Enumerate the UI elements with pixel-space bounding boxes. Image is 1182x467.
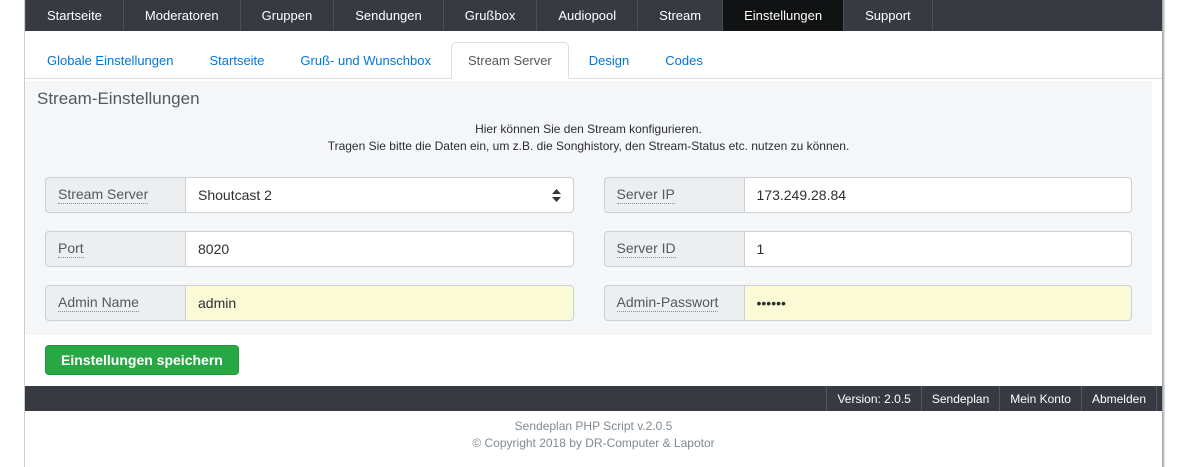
field-server-id: Server ID <box>604 231 1133 267</box>
nav-item-startseite[interactable]: Startseite <box>25 0 124 31</box>
version-label: Version: 2.0.5 <box>826 386 920 411</box>
help-text: Hier können Sie den Stream konfigurieren… <box>35 121 1142 155</box>
admin-name-input[interactable] <box>185 285 574 321</box>
tab-codes[interactable]: Codes <box>649 43 719 78</box>
tab-startseite[interactable]: Startseite <box>193 43 280 78</box>
field-server-ip: Server IP <box>604 177 1133 213</box>
tab-globale-einstellungen[interactable]: Globale Einstellungen <box>31 43 189 78</box>
stream-server-label: Stream Server <box>58 186 148 204</box>
stream-settings-form: Stream Server Shoutcast 2 Server IP <box>45 177 1132 321</box>
tab-design[interactable]: Design <box>573 43 645 78</box>
port-label: Port <box>58 240 84 258</box>
nav-item-gruppen[interactable]: Gruppen <box>241 0 335 31</box>
server-ip-input[interactable] <box>744 177 1133 213</box>
nav-item-support[interactable]: Support <box>844 0 933 31</box>
nav-item-grussbox[interactable]: Grußbox <box>444 0 538 31</box>
statusbar-link-mein-konto[interactable]: Mein Konto <box>999 386 1081 411</box>
nav-item-audiopool[interactable]: Audiopool <box>537 0 638 31</box>
admin-password-label: Admin-Passwort <box>617 294 719 312</box>
admin-name-addon: Admin Name <box>45 285 185 321</box>
nav-item-stream[interactable]: Stream <box>638 0 723 31</box>
nav-item-sendungen[interactable]: Sendungen <box>334 0 444 31</box>
server-ip-addon: Server IP <box>604 177 744 213</box>
admin-password-addon: Admin-Passwort <box>604 285 744 321</box>
field-admin-password: Admin-Passwort <box>604 285 1133 321</box>
bottom-statusbar: Version: 2.0.5 Sendeplan Mein Konto Abme… <box>25 386 1162 411</box>
statusbar-link-abmelden[interactable]: Abmelden <box>1081 386 1157 411</box>
field-admin-name: Admin Name <box>45 285 574 321</box>
field-stream-server: Stream Server Shoutcast 2 <box>45 177 574 213</box>
server-ip-label: Server IP <box>617 186 675 204</box>
tab-stream-server[interactable]: Stream Server <box>451 42 569 79</box>
help-line-1: Hier können Sie den Stream konfigurieren… <box>35 121 1142 138</box>
statusbar-link-sendeplan[interactable]: Sendeplan <box>921 386 999 411</box>
server-id-input[interactable] <box>744 231 1133 267</box>
save-settings-button[interactable]: Einstellungen speichern <box>45 345 239 375</box>
port-input[interactable] <box>185 231 574 267</box>
settings-tabs: Globale Einstellungen Startseite Gruß- u… <box>25 31 1162 79</box>
tab-gruss-und-wunschbox[interactable]: Gruß- und Wunschbox <box>284 43 447 78</box>
field-port: Port <box>45 231 574 267</box>
main-navbar: Startseite Moderatoren Gruppen Sendungen… <box>25 0 1162 31</box>
admin-password-input[interactable] <box>744 285 1133 321</box>
stream-server-select[interactable]: Shoutcast 2 <box>185 177 574 213</box>
stream-settings-panel: Stream-Einstellungen Hier können Sie den… <box>25 81 1152 335</box>
port-addon: Port <box>45 231 185 267</box>
nav-item-einstellungen[interactable]: Einstellungen <box>723 0 844 31</box>
admin-name-label: Admin Name <box>58 294 139 312</box>
server-id-label: Server ID <box>617 240 676 258</box>
help-line-2: Tragen Sie bitte die Daten ein, um z.B. … <box>35 138 1142 155</box>
footer-script-version: Sendeplan PHP Script v.2.0.5 <box>25 418 1162 435</box>
vertical-scrollbar[interactable] <box>1162 0 1165 467</box>
select-updown-icon <box>552 189 561 202</box>
page-title: Stream-Einstellungen <box>35 87 1142 109</box>
stream-server-addon: Stream Server <box>45 177 185 213</box>
stream-server-selected-value: Shoutcast 2 <box>198 187 272 203</box>
footer-copyright: © Copyright 2018 by DR-Computer & Lapoto… <box>25 435 1162 452</box>
nav-item-moderatoren[interactable]: Moderatoren <box>124 0 241 31</box>
page-container: Startseite Moderatoren Gruppen Sendungen… <box>25 0 1162 452</box>
page-footer: Sendeplan PHP Script v.2.0.5 © Copyright… <box>25 418 1162 452</box>
server-id-addon: Server ID <box>604 231 744 267</box>
